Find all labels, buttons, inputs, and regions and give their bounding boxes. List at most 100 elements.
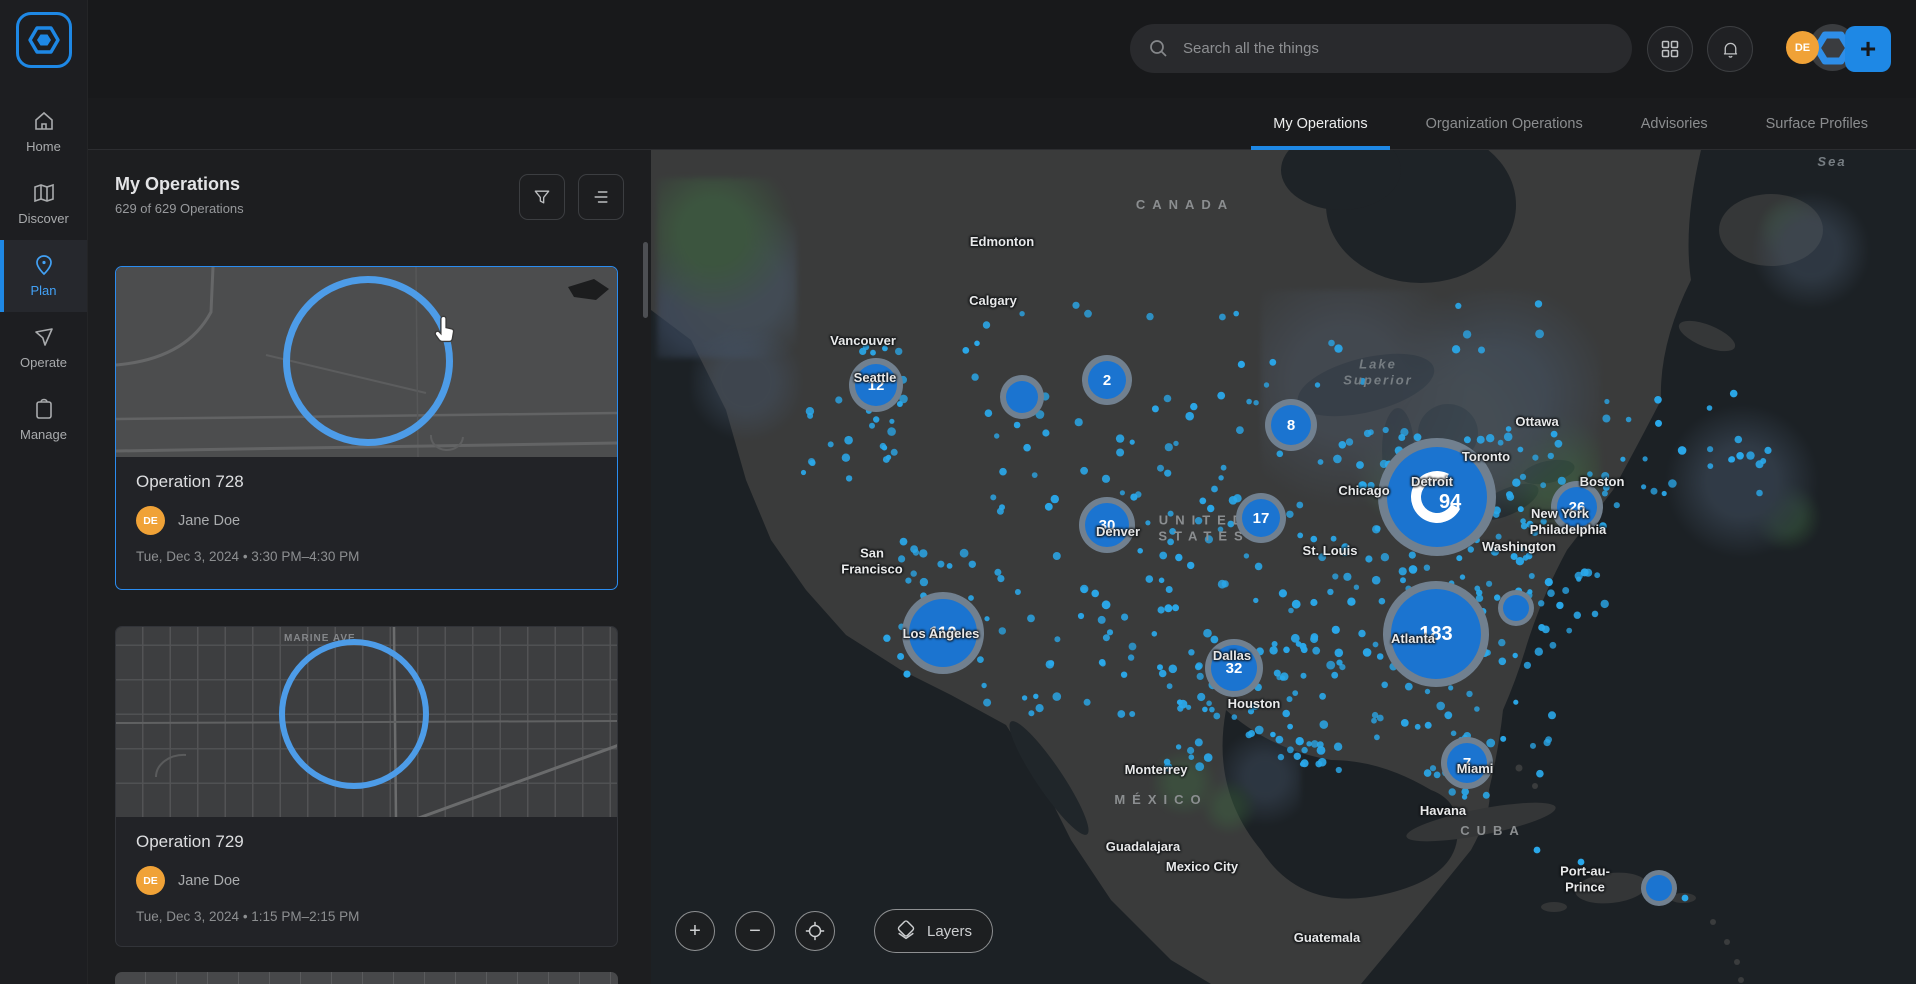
cluster-marker[interactable]	[1641, 870, 1677, 906]
operations-panel: My Operations 629 of 629 Operations	[88, 150, 651, 984]
tab-my-operations[interactable]: My Operations	[1251, 98, 1389, 149]
sidebar-item-home[interactable]: Home	[0, 96, 87, 168]
cluster-marker-183[interactable]: 183	[1383, 581, 1489, 687]
app-window: Home Discover Plan Operate	[0, 0, 1916, 984]
operation-title: Operation 728	[136, 472, 597, 492]
operation-area-circle	[279, 639, 429, 789]
cluster-marker-2[interactable]: 2	[1082, 355, 1132, 405]
cluster-marker-32[interactable]: 32	[1205, 639, 1263, 697]
tab-advisories[interactable]: Advisories	[1619, 98, 1730, 149]
sidebar-item-label: Manage	[20, 427, 67, 442]
filter-button[interactable]	[519, 174, 565, 220]
bell-icon	[1720, 39, 1741, 60]
notifications-button[interactable]	[1707, 26, 1753, 72]
cluster-marker-26[interactable]: 26	[1551, 481, 1603, 533]
locate-icon	[804, 920, 826, 942]
zoom-in-button[interactable]: +	[675, 911, 715, 951]
sidebar-item-discover[interactable]: Discover	[0, 168, 87, 240]
operation-card-partial[interactable]	[115, 972, 618, 984]
cluster-count: 94	[1439, 491, 1461, 514]
sidebar-item-label: Plan	[30, 283, 56, 298]
apps-grid-icon	[1660, 39, 1680, 59]
topbar: DE +	[88, 0, 1916, 98]
cluster-count: 2	[1103, 372, 1111, 389]
operations-tabbar: My Operations Organization Operations Ad…	[88, 98, 1916, 150]
city-label: Washington	[1482, 539, 1556, 555]
city-label: Ottawa	[1515, 414, 1558, 430]
create-new-button[interactable]: +	[1845, 26, 1891, 72]
aloft-logo[interactable]	[16, 12, 72, 68]
city-label: Vancouver	[830, 333, 896, 349]
search-input[interactable]	[1181, 39, 1614, 58]
country-label: CUBA	[1460, 823, 1526, 839]
global-search[interactable]	[1130, 24, 1632, 73]
city-label: Monterrey	[1125, 762, 1188, 778]
operation-card-body: Operation 728 DE Jane Doe Tue, Dec 3, 20…	[116, 457, 617, 584]
cluster-marker[interactable]	[1498, 590, 1534, 626]
city-label: Guadalajara	[1106, 839, 1180, 855]
operation-card-728[interactable]: Operation 728 DE Jane Doe Tue, Dec 3, 20…	[115, 266, 618, 590]
panel-scrollbar[interactable]	[643, 242, 648, 318]
operation-map-thumbnail	[116, 267, 617, 457]
map-canvas[interactable]: 122830179426110321837CANADAUNITED STATES…	[651, 150, 1916, 984]
city-label: Port-au- Prince	[1560, 863, 1610, 894]
cluster-marker-7[interactable]: 7	[1441, 737, 1493, 789]
city-label: Edmonton	[970, 234, 1034, 250]
cluster-count: 110	[929, 623, 956, 643]
plus-glyph: +	[1860, 35, 1876, 63]
city-label: San Francisco	[841, 545, 902, 576]
sidebar-item-label: Home	[26, 139, 61, 154]
owner-name: Jane Doe	[178, 873, 240, 889]
cluster-count: 7	[1463, 755, 1471, 772]
search-icon	[1148, 38, 1169, 59]
cluster-count: 30	[1099, 517, 1116, 534]
cluster-marker-12[interactable]: 12	[849, 358, 903, 412]
hexagon-logo-icon	[27, 23, 61, 57]
sidebar: Home Discover Plan Operate	[0, 0, 88, 984]
list-view-button[interactable]	[578, 174, 624, 220]
sidebar-item-operate[interactable]: Operate	[0, 312, 87, 384]
map-overlay-layer: 122830179426110321837CANADAUNITED STATES…	[651, 150, 1916, 984]
sidebar-item-plan[interactable]: Plan	[0, 240, 87, 312]
city-label: Houston	[1228, 696, 1281, 712]
cluster-count: 32	[1226, 660, 1243, 677]
panel-header: My Operations 629 of 629 Operations	[88, 150, 651, 242]
city-label: St. Louis	[1303, 543, 1358, 559]
cluster-count: 8	[1287, 417, 1295, 434]
cluster-marker-30[interactable]: 30	[1079, 497, 1135, 553]
map-icon	[32, 181, 56, 205]
cluster-marker[interactable]	[1000, 375, 1044, 419]
owner-name: Jane Doe	[178, 513, 240, 529]
sidebar-item-label: Discover	[18, 211, 69, 226]
operation-area-circle	[283, 276, 453, 446]
paper-plane-icon	[32, 325, 56, 349]
city-label: Havana	[1420, 803, 1466, 819]
cluster-marker-8[interactable]: 8	[1265, 399, 1317, 451]
cluster-marker-110[interactable]: 110	[902, 592, 984, 674]
country-label: CANADA	[1136, 197, 1234, 213]
funnel-icon	[532, 187, 552, 207]
home-icon	[32, 109, 56, 133]
layers-button[interactable]: Layers	[874, 909, 993, 953]
cluster-marker-17[interactable]: 17	[1236, 493, 1286, 543]
panel-count: 629 of 629 Operations	[115, 201, 651, 216]
cluster-marker-94[interactable]: 94	[1378, 438, 1496, 556]
zoom-out-button[interactable]: −	[735, 911, 775, 951]
apps-grid-button[interactable]	[1647, 26, 1693, 72]
locate-button[interactable]	[795, 911, 835, 951]
cluster-count: 26	[1569, 499, 1586, 516]
operation-title: Operation 729	[136, 832, 597, 852]
owner-avatar: DE	[136, 506, 165, 535]
operation-card-body: Operation 729 DE Jane Doe Tue, Dec 3, 20…	[116, 817, 617, 944]
tab-surface-profiles[interactable]: Surface Profiles	[1744, 98, 1890, 149]
operation-card-729[interactable]: MARINE AVE Operation 729 DE Jane Doe Tue…	[115, 626, 618, 947]
operation-datetime: Tue, Dec 3, 2024 • 1:15 PM–2:15 PM	[136, 909, 597, 924]
sidebar-item-manage[interactable]: Manage	[0, 384, 87, 456]
water-label: Sea	[1817, 154, 1846, 170]
location-pin-icon	[32, 253, 56, 277]
layers-icon	[895, 920, 917, 942]
sidebar-item-label: Operate	[20, 355, 67, 370]
cluster-count: 183	[1419, 623, 1452, 646]
cluster-count: 12	[868, 377, 885, 394]
tab-organization-operations[interactable]: Organization Operations	[1404, 98, 1605, 149]
